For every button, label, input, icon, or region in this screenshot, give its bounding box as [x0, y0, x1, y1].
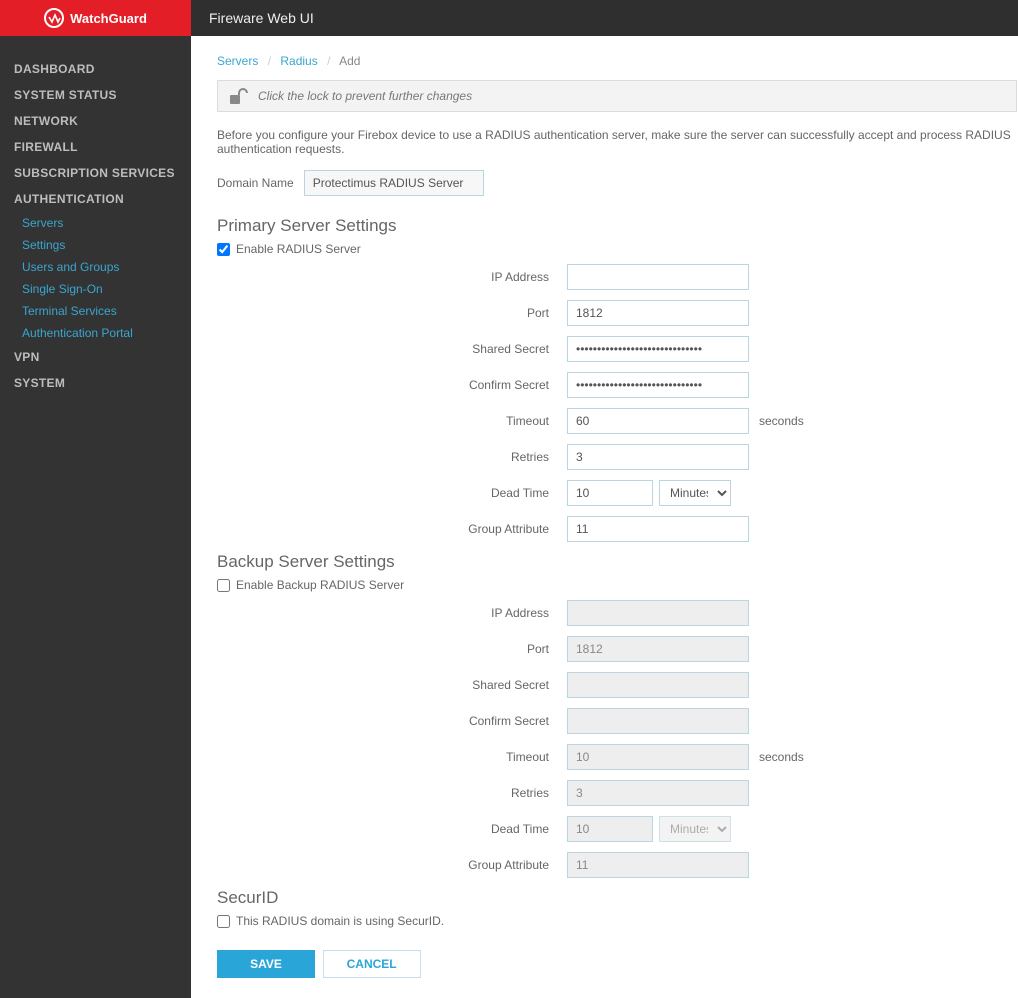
backup-deadtime-input[interactable]: [567, 816, 653, 842]
lock-bar[interactable]: Click the lock to prevent further change…: [217, 80, 1017, 112]
nav-subscription-services[interactable]: SUBSCRIPTION SERVICES: [0, 160, 191, 186]
brand-logo: WatchGuard: [0, 0, 191, 36]
nav-auth-servers[interactable]: Servers: [0, 212, 191, 234]
nav-auth-users-groups[interactable]: Users and Groups: [0, 256, 191, 278]
nav-system-status[interactable]: SYSTEM STATUS: [0, 82, 191, 108]
primary-title: Primary Server Settings: [217, 216, 1018, 236]
primary-enable-checkbox[interactable]: [217, 243, 230, 256]
securid-checkbox[interactable]: [217, 915, 230, 928]
brand-name: WatchGuard: [70, 11, 147, 26]
backup-retries-label: Retries: [217, 786, 567, 800]
nav-auth-portal[interactable]: Authentication Portal: [0, 322, 191, 344]
domain-name-input[interactable]: [304, 170, 484, 196]
securid-title: SecurID: [217, 888, 1018, 908]
nav-dashboard[interactable]: DASHBOARD: [0, 56, 191, 82]
domain-name-label: Domain Name: [217, 176, 294, 190]
backup-group-label: Group Attribute: [217, 858, 567, 872]
backup-port-label: Port: [217, 642, 567, 656]
primary-ip-label: IP Address: [217, 270, 567, 284]
watchguard-logo-icon: [44, 8, 64, 28]
lock-text: Click the lock to prevent further change…: [258, 89, 472, 103]
backup-deadtime-unit-select[interactable]: Minutes: [659, 816, 731, 842]
primary-deadtime-input[interactable]: [567, 480, 653, 506]
primary-secret-label: Shared Secret: [217, 342, 567, 356]
intro-text: Before you configure your Firebox device…: [217, 128, 1017, 156]
backup-confirm-input[interactable]: [567, 708, 749, 734]
save-button[interactable]: SAVE: [217, 950, 315, 978]
backup-enable-label: Enable Backup RADIUS Server: [236, 578, 404, 592]
nav-auth-settings[interactable]: Settings: [0, 234, 191, 256]
cancel-button[interactable]: CANCEL: [323, 950, 421, 978]
header-title: Fireware Web UI: [191, 0, 1018, 36]
backup-secret-input[interactable]: [567, 672, 749, 698]
primary-confirm-label: Confirm Secret: [217, 378, 567, 392]
breadcrumb-servers[interactable]: Servers: [217, 54, 258, 68]
nav-firewall[interactable]: FIREWALL: [0, 134, 191, 160]
backup-timeout-suffix: seconds: [759, 750, 804, 764]
backup-ip-label: IP Address: [217, 606, 567, 620]
unlock-icon: [228, 87, 248, 105]
backup-ip-input[interactable]: [567, 600, 749, 626]
primary-secret-input[interactable]: [567, 336, 749, 362]
backup-timeout-input[interactable]: [567, 744, 749, 770]
primary-deadtime-label: Dead Time: [217, 486, 567, 500]
primary-retries-input[interactable]: [567, 444, 749, 470]
primary-enable-label: Enable RADIUS Server: [236, 242, 361, 256]
backup-confirm-label: Confirm Secret: [217, 714, 567, 728]
sidebar: DASHBOARD SYSTEM STATUS NETWORK FIREWALL…: [0, 36, 191, 998]
primary-deadtime-unit-select[interactable]: Minutes: [659, 480, 731, 506]
backup-port-input[interactable]: [567, 636, 749, 662]
primary-timeout-label: Timeout: [217, 414, 567, 428]
primary-group-input[interactable]: [567, 516, 749, 542]
backup-secret-label: Shared Secret: [217, 678, 567, 692]
nav-authentication[interactable]: AUTHENTICATION: [0, 186, 191, 212]
backup-retries-input[interactable]: [567, 780, 749, 806]
nav-system[interactable]: SYSTEM: [0, 370, 191, 396]
nav-auth-sso[interactable]: Single Sign-On: [0, 278, 191, 300]
primary-timeout-suffix: seconds: [759, 414, 804, 428]
backup-timeout-label: Timeout: [217, 750, 567, 764]
nav-network[interactable]: NETWORK: [0, 108, 191, 134]
backup-enable-checkbox[interactable]: [217, 579, 230, 592]
backup-title: Backup Server Settings: [217, 552, 1018, 572]
primary-group-label: Group Attribute: [217, 522, 567, 536]
primary-timeout-input[interactable]: [567, 408, 749, 434]
backup-deadtime-label: Dead Time: [217, 822, 567, 836]
nav-auth-terminal[interactable]: Terminal Services: [0, 300, 191, 322]
primary-port-input[interactable]: [567, 300, 749, 326]
breadcrumb: Servers / Radius / Add: [217, 54, 1018, 68]
securid-label: This RADIUS domain is using SecurID.: [236, 914, 444, 928]
primary-retries-label: Retries: [217, 450, 567, 464]
primary-port-label: Port: [217, 306, 567, 320]
breadcrumb-current: Add: [339, 54, 360, 68]
primary-confirm-input[interactable]: [567, 372, 749, 398]
nav-vpn[interactable]: VPN: [0, 344, 191, 370]
backup-group-input[interactable]: [567, 852, 749, 878]
breadcrumb-radius[interactable]: Radius: [280, 54, 317, 68]
primary-ip-input[interactable]: [567, 264, 749, 290]
